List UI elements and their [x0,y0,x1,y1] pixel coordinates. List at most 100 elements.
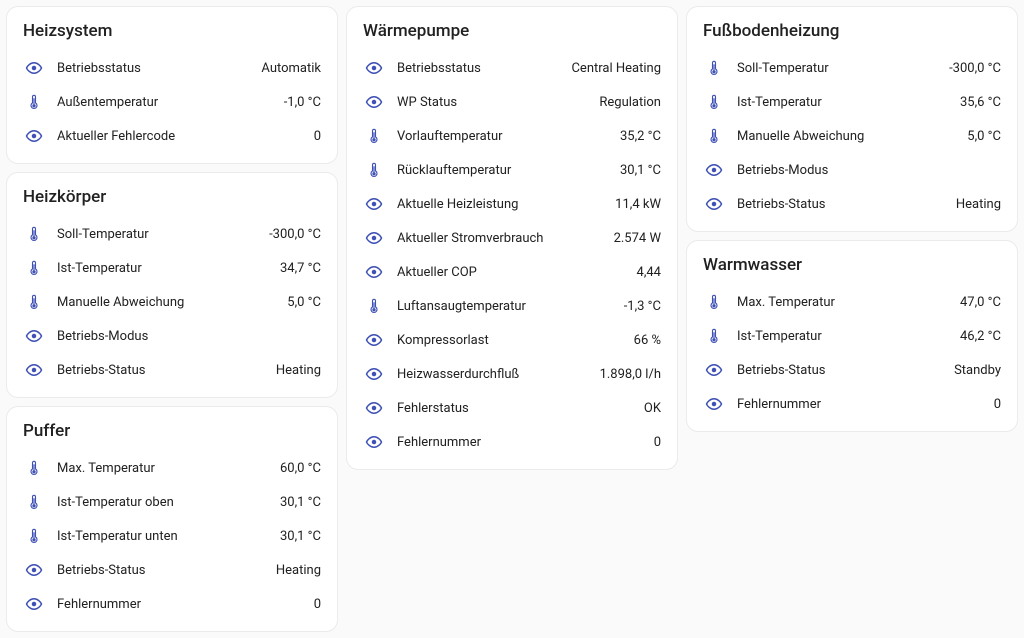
entity-label: Luftansaugtemperatur [397,299,624,314]
entity-label: Kompressorlast [397,333,634,348]
entity-row-fehlerstatus[interactable]: FehlerstatusOK [363,391,661,425]
entity-label: Ist-Temperatur unten [57,529,280,544]
entity-row-aktueller-cop[interactable]: Aktueller COP4,44 [363,255,661,289]
entity-value: -300,0 °C [949,61,1001,76]
entity-row-max-temperatur[interactable]: Max. Temperatur47,0 °C [703,285,1001,319]
entity-row-fehlernummer[interactable]: Fehlernummer0 [23,587,321,621]
entity-value: -1,0 °C [284,95,321,110]
entity-row-ist-temperatur-unten[interactable]: Ist-Temperatur unten30,1 °C [23,519,321,553]
entity-row-manuelle-abweichung[interactable]: Manuelle Abweichung5,0 °C [23,285,321,319]
entity-label: Betriebs-Status [737,197,956,212]
entity-row-betriebsstatus[interactable]: BetriebsstatusCentral Heating [363,51,661,85]
entity-value: 0 [314,129,321,144]
thermometer-icon [23,259,45,277]
entity-label: Fehlernummer [737,397,994,412]
entity-label: Betriebsstatus [57,61,261,76]
entity-value: 46,2 °C [960,329,1001,344]
entity-value: Heating [276,363,321,378]
entity-row-betriebs-status[interactable]: Betriebs-StatusHeating [703,187,1001,221]
entity-row-luftansaugtemperatur[interactable]: Luftansaugtemperatur-1,3 °C [363,289,661,323]
eye-icon [363,195,385,213]
eye-icon [363,433,385,451]
card-warmwasser: Warmwasser Max. Temperatur47,0 °CIst-Temp… [686,240,1018,432]
card-title-heizkoerper: Heizkörper [23,187,321,207]
entity-row-aussentemperatur[interactable]: Außentemperatur-1,0 °C [23,85,321,119]
entity-label: Aktueller Stromverbrauch [397,231,614,246]
entity-row-kompressorlast[interactable]: Kompressorlast66 % [363,323,661,357]
entity-value: 0 [994,397,1001,412]
eye-icon [363,93,385,111]
entity-value: 30,1 °C [280,495,321,510]
entity-row-betriebs-modus[interactable]: Betriebs-Modus [703,153,1001,187]
entity-value: OK [644,401,661,416]
eye-icon [23,127,45,145]
entity-row-ruecklauftemperatur[interactable]: Rücklauftemperatur30,1 °C [363,153,661,187]
entity-row-fehlernummer[interactable]: Fehlernummer0 [363,425,661,459]
entity-row-betriebs-status[interactable]: Betriebs-StatusHeating [23,353,321,387]
entity-row-soll-temperatur[interactable]: Soll-Temperatur-300,0 °C [23,217,321,251]
eye-icon [363,365,385,383]
entity-label: Fehlerstatus [397,401,644,416]
entity-row-ist-temperatur[interactable]: Ist-Temperatur34,7 °C [23,251,321,285]
card-title-puffer: Puffer [23,421,321,441]
eye-icon [23,361,45,379]
entity-value: Standby [954,363,1001,378]
entity-label: Rücklauftemperatur [397,163,620,178]
entity-value: 0 [654,435,661,450]
entity-value: 5,0 °C [967,129,1001,144]
entity-value: 60,0 °C [280,461,321,476]
entity-row-soll-temperatur[interactable]: Soll-Temperatur-300,0 °C [703,51,1001,85]
entity-value: Heating [956,197,1001,212]
entity-row-aktuelle-heizleistung[interactable]: Aktuelle Heizleistung11,4 kW [363,187,661,221]
entity-value: Automatik [261,61,321,76]
entity-value: 11,4 kW [615,197,661,212]
entity-row-ist-temperatur-oben[interactable]: Ist-Temperatur oben30,1 °C [23,485,321,519]
eye-icon [363,331,385,349]
thermometer-icon [23,93,45,111]
entity-value: 35,6 °C [960,95,1001,110]
entity-row-aktueller-fehlercode[interactable]: Aktueller Fehlercode0 [23,119,321,153]
card-title-heizsystem: Heizsystem [23,21,321,41]
entity-row-fehlernummer[interactable]: Fehlernummer0 [703,387,1001,421]
entity-value: 5,0 °C [287,295,321,310]
entity-row-vorlauftemperatur[interactable]: Vorlauftemperatur35,2 °C [363,119,661,153]
entity-row-betriebs-modus[interactable]: Betriebs-Modus [23,319,321,353]
entity-value: Central Heating [571,61,661,76]
card-title-warmwasser: Warmwasser [703,255,1001,275]
thermometer-icon [23,527,45,545]
entity-label: Betriebs-Modus [737,163,1001,178]
entity-value: 0 [314,597,321,612]
entity-value: 35,2 °C [620,129,661,144]
dashboard: HeizsystemBetriebsstatusAutomatikAußente… [0,0,1024,638]
entity-label: Soll-Temperatur [737,61,949,76]
entity-label: Ist-Temperatur [737,95,960,110]
card-puffer: PufferMax. Temperatur60,0 °CIst-Temperat… [6,406,338,632]
entity-label: Manuelle Abweichung [737,129,967,144]
thermometer-icon [23,293,45,311]
entity-row-betriebs-status[interactable]: Betriebs-StatusHeating [23,553,321,587]
entity-row-heizwasserdurchfluss[interactable]: Heizwasserdurchfluß1.898,0 l/h [363,357,661,391]
entity-value: 47,0 °C [960,295,1001,310]
entity-label: Fehlernummer [397,435,654,450]
entity-row-max-temperatur[interactable]: Max. Temperatur60,0 °C [23,451,321,485]
eye-icon [23,595,45,613]
thermometer-icon [363,127,385,145]
entity-row-wp-status[interactable]: WP StatusRegulation [363,85,661,119]
entity-row-ist-temperatur[interactable]: Ist-Temperatur46,2 °C [703,319,1001,353]
entity-row-ist-temperatur[interactable]: Ist-Temperatur35,6 °C [703,85,1001,119]
entity-value: 2.574 W [614,231,661,246]
entity-value: Heating [276,563,321,578]
entity-row-betriebs-status[interactable]: Betriebs-StatusStandby [703,353,1001,387]
entity-row-aktueller-stromverbrauch[interactable]: Aktueller Stromverbrauch2.574 W [363,221,661,255]
entity-label: Max. Temperatur [57,461,280,476]
thermometer-icon [23,459,45,477]
eye-icon [363,229,385,247]
card-title-waermepumpe: Wärmepumpe [363,21,661,41]
thermometer-icon [23,225,45,243]
card-waermepumpe: Wärmepumpe BetriebsstatusCentral HeatingW… [346,6,678,470]
entity-label: Aktuelle Heizleistung [397,197,615,212]
entity-row-betriebsstatus[interactable]: BetriebsstatusAutomatik [23,51,321,85]
entity-row-manuelle-abweichung[interactable]: Manuelle Abweichung5,0 °C [703,119,1001,153]
entity-value: 30,1 °C [620,163,661,178]
eye-icon [363,399,385,417]
